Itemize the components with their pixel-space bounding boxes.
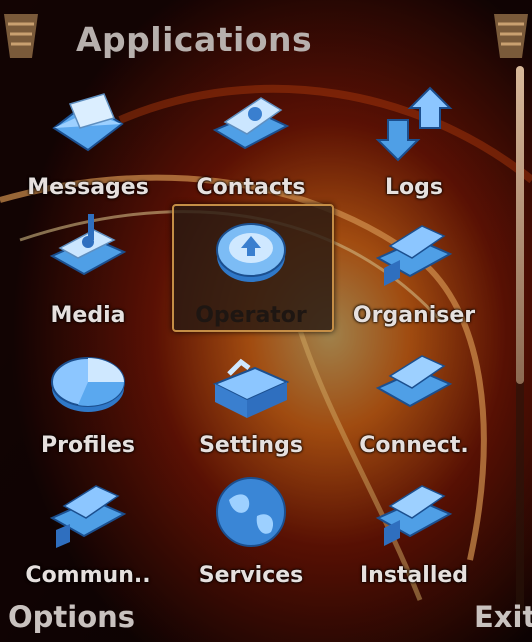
app-logs[interactable]: Logs [333,78,495,206]
scrollbar[interactable] [516,66,524,614]
organiser-folder-icon [375,225,453,286]
app-label: Commun.. [25,563,151,588]
app-installed[interactable]: Installed [333,466,495,594]
services-globe-icon [216,477,286,547]
app-label: Logs [385,175,443,200]
profiles-pie-icon [51,357,125,412]
media-folder-icon [49,214,127,276]
connectivity-folder-icon [375,355,453,408]
exit-softkey[interactable]: Exit [474,600,532,634]
app-label: Operator [195,303,307,328]
app-label: Connect. [359,433,469,458]
app-communication[interactable]: Commun.. [7,466,169,594]
app-label: Media [50,303,126,328]
app-profiles[interactable]: Profiles [7,336,169,464]
logs-arrows-icon [375,86,453,162]
app-settings[interactable]: Settings [170,336,332,464]
app-label: Organiser [352,303,476,328]
app-operator[interactable]: Operator [170,204,334,334]
app-label: Services [198,563,304,588]
applications-grid: Messages Contacts Logs Media Operator Or… [0,0,532,642]
applications-screen: Applications Messages Contacts Logs Medi… [0,0,532,642]
app-messages[interactable]: Messages [7,78,169,206]
app-label: Contacts [196,175,306,200]
app-label: Profiles [41,433,135,458]
communication-folder-icon [49,485,127,548]
options-softkey[interactable]: Options [8,600,135,634]
installed-folder-icon [375,485,453,546]
app-media[interactable]: Media [7,206,169,334]
app-connectivity[interactable]: Connect. [333,336,495,464]
scrollbar-thumb[interactable] [516,66,524,384]
app-services[interactable]: Services [170,466,332,594]
app-label: Installed [359,563,469,588]
envelope-icon [52,93,124,152]
app-label: Settings [199,433,303,458]
app-contacts[interactable]: Contacts [170,78,332,206]
operator-disc-icon [216,223,286,282]
contacts-folder-icon [212,97,290,150]
app-label: Messages [27,175,149,200]
settings-toolbox-icon [212,358,290,418]
app-organiser[interactable]: Organiser [333,206,495,334]
